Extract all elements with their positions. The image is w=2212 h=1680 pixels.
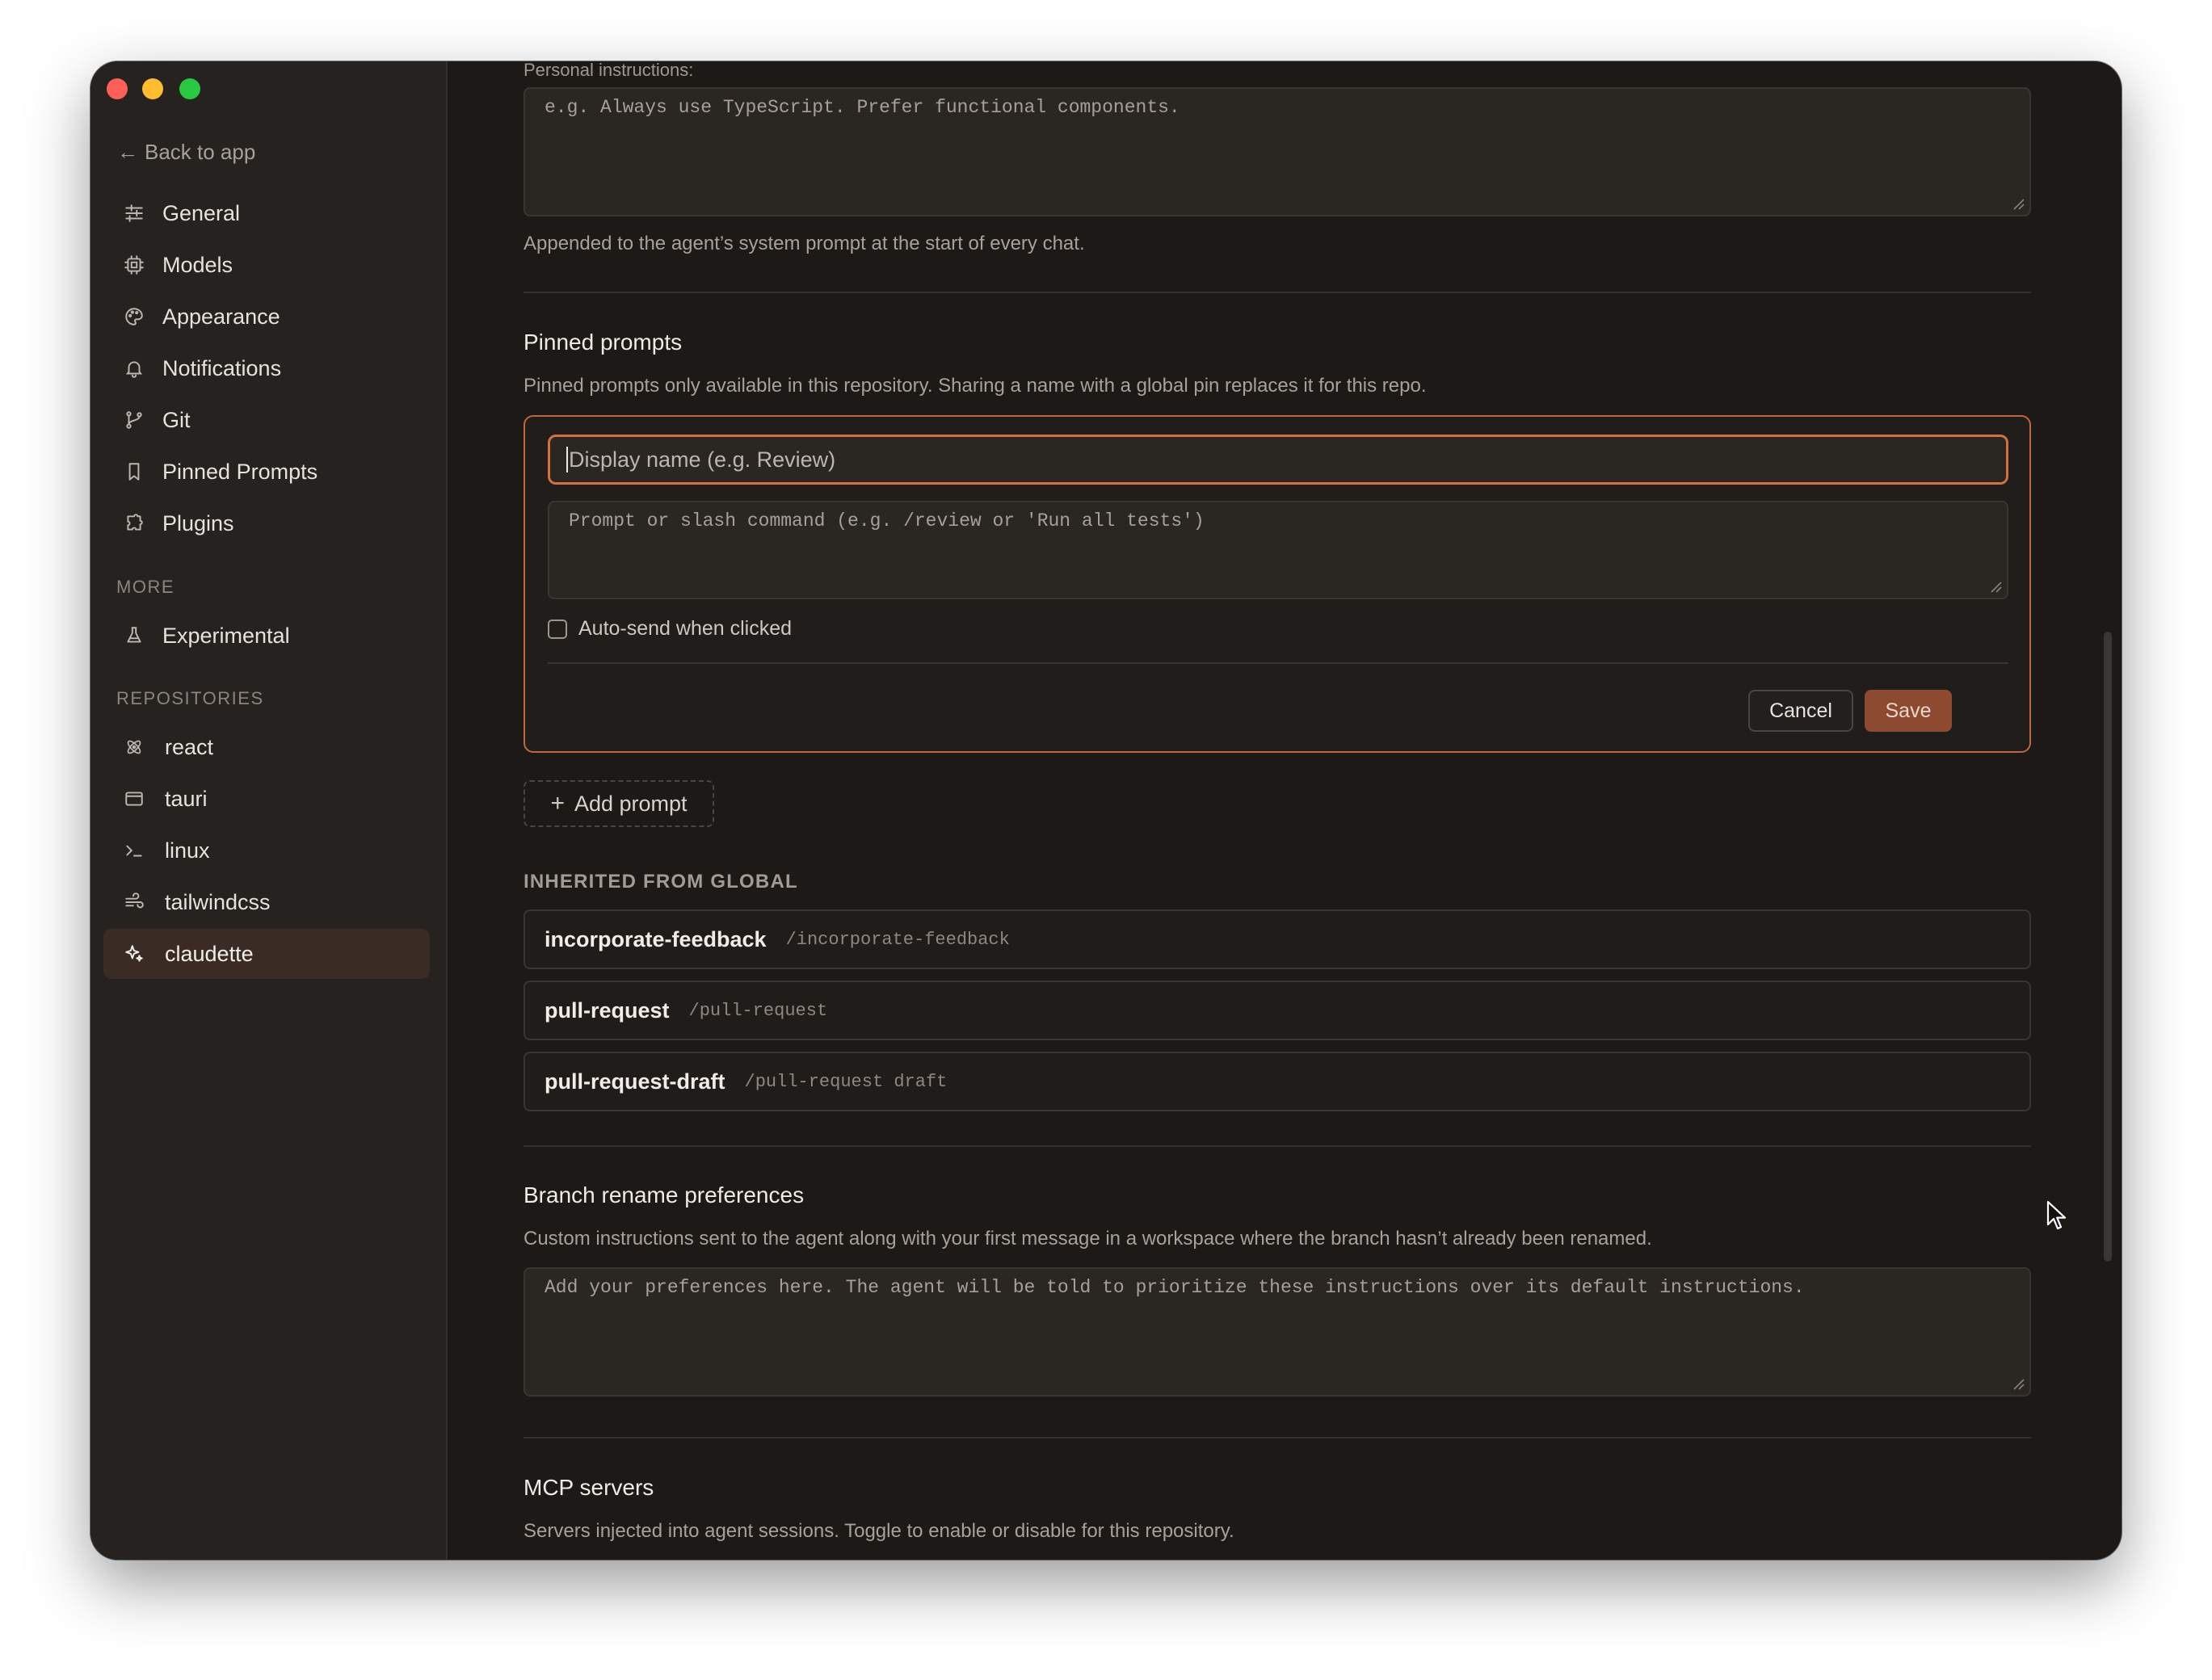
sidebar-repo-label: react [165, 734, 214, 759]
repositories-section-label: REPOSITORIES [116, 688, 264, 708]
add-prompt-label: Add prompt [574, 791, 688, 816]
text-caret [566, 447, 568, 472]
pinned-prompts-title: Pinned prompts [524, 330, 683, 355]
inherited-prompt-name: incorporate-feedback [545, 926, 767, 951]
back-to-app-link[interactable]: ← Back to app [117, 136, 255, 168]
bell-icon [122, 356, 146, 380]
branch-rename-textarea[interactable]: Add your preferences here. The agent wil… [524, 1267, 2031, 1396]
new-pinned-prompt-form: Display name (e.g. Review) Prompt or sla… [524, 415, 2031, 753]
bookmark-icon [122, 460, 146, 484]
palette-icon [122, 304, 146, 329]
flask-icon [122, 624, 146, 648]
display-name-placeholder: Display name (e.g. Review) [569, 447, 836, 472]
form-divider [548, 662, 2008, 664]
sidebar-item-label: Notifications [162, 355, 282, 380]
puzzle-icon [122, 511, 146, 536]
sidebar-item-plugins[interactable]: Plugins [103, 498, 430, 548]
auto-send-option[interactable]: Auto-send when clicked [548, 617, 792, 640]
sidebar-repo-claudette[interactable]: claudette [103, 929, 430, 979]
section-divider [524, 292, 2031, 293]
section-divider [524, 1437, 2031, 1438]
minimize-window-button[interactable] [142, 78, 163, 99]
section-divider [524, 1145, 2031, 1147]
sidebar-repo-label: linux [165, 838, 210, 863]
sliders-icon [122, 201, 146, 225]
resize-handle-icon[interactable] [2012, 1377, 2025, 1390]
cpu-icon [122, 253, 146, 277]
personal-instructions-textarea[interactable]: e.g. Always use TypeScript. Prefer funct… [524, 87, 2031, 216]
zoom-window-button[interactable] [179, 78, 200, 99]
sidebar-item-experimental[interactable]: Experimental [103, 611, 430, 661]
sidebar-repo-tauri[interactable]: tauri [103, 774, 430, 824]
sidebar: ← Back to app General Models Appearance [90, 61, 448, 1560]
scrollbar-thumb[interactable] [2104, 632, 2112, 1262]
resize-handle-icon[interactable] [1989, 580, 2002, 593]
sidebar-repo-label: tauri [165, 786, 208, 811]
auto-send-label: Auto-send when clicked [578, 617, 793, 640]
save-button[interactable]: Save [1865, 690, 1952, 732]
sidebar-item-label: Experimental [162, 623, 290, 648]
sidebar-item-label: Plugins [162, 510, 234, 536]
sparkles-icon [122, 942, 146, 966]
branch-rename-title: Branch rename preferences [524, 1182, 805, 1208]
display-name-input[interactable]: Display name (e.g. Review) [548, 435, 2008, 485]
window-icon [122, 787, 146, 811]
inherited-prompt-row[interactable]: incorporate-feedback /incorporate-feedba… [524, 909, 2031, 969]
close-window-button[interactable] [107, 78, 128, 99]
branch-rename-placeholder: Add your preferences here. The agent wil… [545, 1277, 1805, 1298]
inherited-prompt-command: /pull-request [688, 1000, 828, 1021]
cancel-button[interactable]: Cancel [1748, 690, 1853, 732]
settings-window: ← Back to app General Models Appearance [90, 61, 2122, 1560]
plus-icon: + [550, 790, 565, 817]
sidebar-item-label: General [162, 200, 241, 225]
inherited-prompt-row[interactable]: pull-request /pull-request [524, 981, 2031, 1040]
sidebar-repo-label: claudette [165, 941, 254, 966]
sidebar-item-pinned-prompts[interactable]: Pinned Prompts [103, 447, 430, 497]
add-prompt-button[interactable]: + Add prompt [524, 780, 714, 827]
git-branch-icon [122, 408, 146, 432]
inherited-section-label: INHERITED FROM GLOBAL [524, 871, 798, 892]
sidebar-repo-linux[interactable]: linux [103, 825, 430, 876]
sidebar-item-git[interactable]: Git [103, 395, 430, 445]
inherited-prompt-name: pull-request [545, 998, 670, 1023]
sidebar-item-label: Git [162, 407, 191, 432]
sidebar-item-notifications[interactable]: Notifications [103, 343, 430, 393]
atom-icon [122, 735, 146, 759]
sidebar-repo-label: tailwindcss [165, 889, 271, 914]
terminal-icon [122, 838, 146, 863]
sidebar-repo-tailwindcss[interactable]: tailwindcss [103, 877, 430, 927]
sidebar-item-models[interactable]: Models [103, 240, 430, 290]
sidebar-item-general[interactable]: General [103, 188, 430, 238]
branch-rename-description: Custom instructions sent to the agent al… [524, 1228, 1652, 1250]
mcp-servers-title: MCP servers [524, 1475, 654, 1500]
prompt-placeholder: Prompt or slash command (e.g. /review or… [569, 510, 1205, 531]
inherited-prompt-command: /incorporate-feedback [785, 929, 1010, 950]
personal-instructions-help: Appended to the agent’s system prompt at… [524, 233, 1085, 254]
arrow-left-icon: ← [117, 139, 138, 164]
sidebar-item-label: Models [162, 252, 233, 277]
inherited-prompt-name: pull-request-draft [545, 1069, 725, 1094]
auto-send-checkbox[interactable] [548, 619, 567, 639]
sidebar-item-appearance[interactable]: Appearance [103, 292, 430, 342]
mouse-pointer-icon [2046, 1200, 2067, 1230]
sidebar-item-label: Pinned Prompts [162, 459, 318, 484]
personal-instructions-placeholder: e.g. Always use TypeScript. Prefer funct… [545, 97, 1180, 118]
resize-handle-icon[interactable] [2012, 197, 2025, 210]
sidebar-item-label: Appearance [162, 304, 280, 329]
wind-icon [122, 890, 146, 914]
inherited-prompt-command: /pull-request draft [744, 1071, 948, 1092]
mcp-servers-description: Servers injected into agent sessions. To… [524, 1520, 1234, 1542]
prompt-textarea[interactable]: Prompt or slash command (e.g. /review or… [548, 501, 2008, 599]
sidebar-repo-react[interactable]: react [103, 722, 430, 772]
more-section-label: MORE [116, 577, 175, 597]
inherited-prompt-row[interactable]: pull-request-draft /pull-request draft [524, 1052, 2031, 1111]
personal-instructions-label: Personal instructions: [524, 61, 694, 80]
back-to-app-label: Back to app [145, 139, 256, 164]
pinned-prompts-description: Pinned prompts only available in this re… [524, 375, 1427, 397]
settings-main-panel: Personal instructions: e.g. Always use T… [448, 61, 2122, 1560]
